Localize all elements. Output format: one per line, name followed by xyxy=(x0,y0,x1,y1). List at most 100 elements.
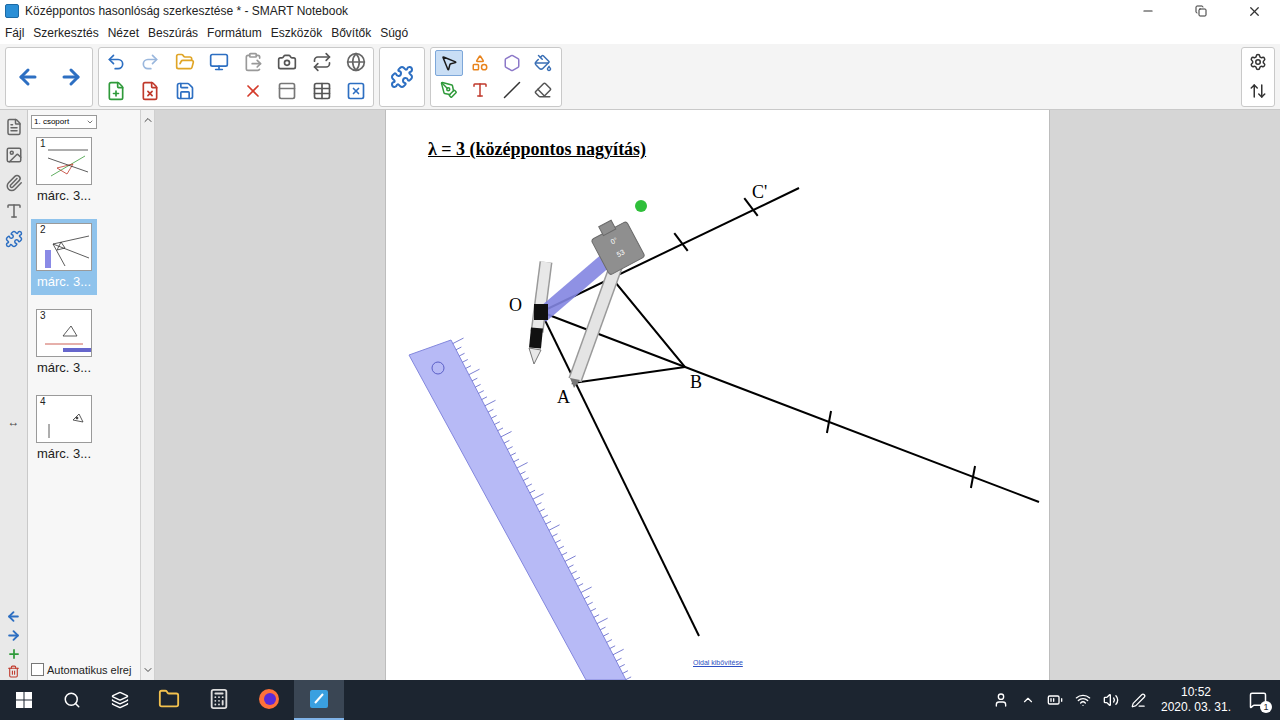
clock-date: 2020. 03. 31. xyxy=(1161,700,1231,715)
sorter-prev-icon[interactable] xyxy=(6,609,21,624)
close-icon[interactable] xyxy=(346,81,366,101)
table-icon[interactable] xyxy=(312,81,332,101)
menu-item[interactable]: Eszközök xyxy=(271,25,322,41)
page[interactable]: 0°53λ = 3 (középpontos nagyítás)OABC'Old… xyxy=(385,110,1050,680)
clock[interactable]: 10:522020. 03. 31. xyxy=(1156,685,1236,715)
minimize-icon[interactable] xyxy=(1141,4,1155,18)
tool-button[interactable] xyxy=(435,50,463,76)
undo-icon[interactable] xyxy=(106,52,126,72)
pen-workspace-icon[interactable] xyxy=(1131,693,1146,708)
attachments-tab-icon[interactable] xyxy=(5,174,23,192)
web-icon[interactable] xyxy=(346,52,366,72)
menu-item[interactable]: Szerkesztés xyxy=(33,25,98,41)
display-icon[interactable] xyxy=(209,52,229,72)
wifi-icon[interactable] xyxy=(1075,692,1091,708)
polygon-icon xyxy=(503,54,521,72)
scroll-down-icon[interactable] xyxy=(142,664,154,676)
thumbnail-drawing-icon xyxy=(43,318,93,354)
redo-icon[interactable] xyxy=(140,52,160,72)
page-thumbnail-item[interactable]: 1márc. 3... xyxy=(31,133,97,209)
tool-button[interactable] xyxy=(466,50,494,76)
menu-item[interactable]: Beszúrás xyxy=(148,25,198,41)
search-icon[interactable] xyxy=(63,691,81,709)
save-icon[interactable] xyxy=(175,81,195,101)
page-thumbnail-item[interactable]: 4márc. 3... xyxy=(31,391,97,467)
scroll-up-icon[interactable] xyxy=(142,114,154,126)
close-icon[interactable] xyxy=(1247,4,1262,19)
menu-item[interactable]: Súgó xyxy=(380,25,408,41)
tools-group xyxy=(430,47,562,107)
canvas-area: 0°53λ = 3 (középpontos nagyítás)OABC'Old… xyxy=(155,110,1280,680)
page-number: 2 xyxy=(40,224,46,236)
sorter-delete-icon[interactable] xyxy=(7,665,20,678)
next-page-icon[interactable] xyxy=(59,65,83,89)
menu-item[interactable]: Bővítők xyxy=(331,25,371,41)
screen-icon[interactable] xyxy=(312,52,332,72)
group-dropdown[interactable]: 1. csoport xyxy=(31,115,97,129)
gear-icon[interactable] xyxy=(1249,53,1267,71)
taskbar-app[interactable] xyxy=(144,680,194,720)
app-icon xyxy=(5,4,19,18)
calculator-icon xyxy=(208,688,230,710)
battery-icon[interactable] xyxy=(1047,692,1063,708)
compass[interactable]: 0°53 xyxy=(529,214,645,388)
screenshot-icon[interactable] xyxy=(277,52,297,72)
page-thumbnail: 4 xyxy=(36,395,92,443)
previous-page-icon[interactable] xyxy=(16,65,40,89)
ruler[interactable] xyxy=(409,338,631,680)
page-thumbnail-item[interactable]: 2márc. 3... xyxy=(31,219,97,295)
screen-shade-icon[interactable] xyxy=(277,81,297,101)
delete-page-icon[interactable] xyxy=(140,81,160,101)
sorter-next-icon[interactable] xyxy=(6,628,21,643)
gallery-tab-icon[interactable] xyxy=(5,146,23,164)
pens-icon xyxy=(440,81,458,99)
people-icon[interactable] xyxy=(993,692,1009,708)
addons-tab-icon[interactable] xyxy=(5,230,23,248)
menu-item[interactable]: Nézet xyxy=(108,25,139,41)
taskbar: 10:522020. 03. 31. 1 xyxy=(0,680,1280,720)
taskbar-app[interactable] xyxy=(194,680,244,720)
restore-icon[interactable] xyxy=(1195,5,1207,17)
volume-icon[interactable] xyxy=(1103,692,1119,708)
menu-item[interactable]: Formátum xyxy=(207,25,262,41)
move-toolbar-icon[interactable] xyxy=(1249,82,1267,100)
start-button[interactable] xyxy=(0,680,48,720)
smart-notebook-icon xyxy=(308,688,330,710)
view-icon[interactable] xyxy=(209,81,229,101)
taskbar-app[interactable] xyxy=(294,680,344,720)
paste-icon[interactable] xyxy=(243,52,263,72)
add-page-icon[interactable] xyxy=(106,81,126,101)
tool-button[interactable] xyxy=(498,50,526,76)
rotate-handle[interactable] xyxy=(635,200,647,212)
sorter-add-icon[interactable] xyxy=(7,647,21,661)
sorter-scrollbar[interactable] xyxy=(140,110,155,680)
tool-button[interactable] xyxy=(466,77,494,103)
shapes-icon xyxy=(471,54,489,72)
show-hidden-icon[interactable] xyxy=(1021,693,1035,707)
resize-handle[interactable]: ↔ xyxy=(8,413,20,431)
action-center[interactable]: 1 xyxy=(1236,680,1280,720)
delete-icon[interactable] xyxy=(243,81,263,101)
auto-hide[interactable]: Automatikus elrej xyxy=(28,662,140,681)
taskbar-app[interactable] xyxy=(244,680,294,720)
tool-button[interactable] xyxy=(529,50,557,76)
tool-button[interactable] xyxy=(529,77,557,103)
point-label: A xyxy=(557,387,570,407)
page-thumbnail-item[interactable]: 3márc. 3... xyxy=(31,305,97,381)
auto-hide-checkbox[interactable] xyxy=(31,663,44,676)
page-sorter-tab-icon[interactable] xyxy=(5,118,23,136)
page-label: márc. 3... xyxy=(37,188,91,204)
addons-icon[interactable] xyxy=(390,65,414,89)
tool-button[interactable] xyxy=(435,77,463,103)
extend-page-link[interactable]: Oldal kibővítése xyxy=(693,658,743,667)
notification-count: 1 xyxy=(1260,701,1272,713)
page-title: λ = 3 (középpontos nagyítás) xyxy=(428,136,646,163)
open-icon[interactable] xyxy=(175,52,195,72)
menu-item[interactable]: Fájl xyxy=(5,25,24,41)
tool-button[interactable] xyxy=(498,77,526,103)
properties-tab-icon[interactable] xyxy=(5,202,23,220)
eraser-icon xyxy=(534,81,552,99)
file-explorer-icon xyxy=(158,688,180,710)
page-number: 3 xyxy=(40,310,46,322)
task-view-icon[interactable] xyxy=(111,691,129,709)
